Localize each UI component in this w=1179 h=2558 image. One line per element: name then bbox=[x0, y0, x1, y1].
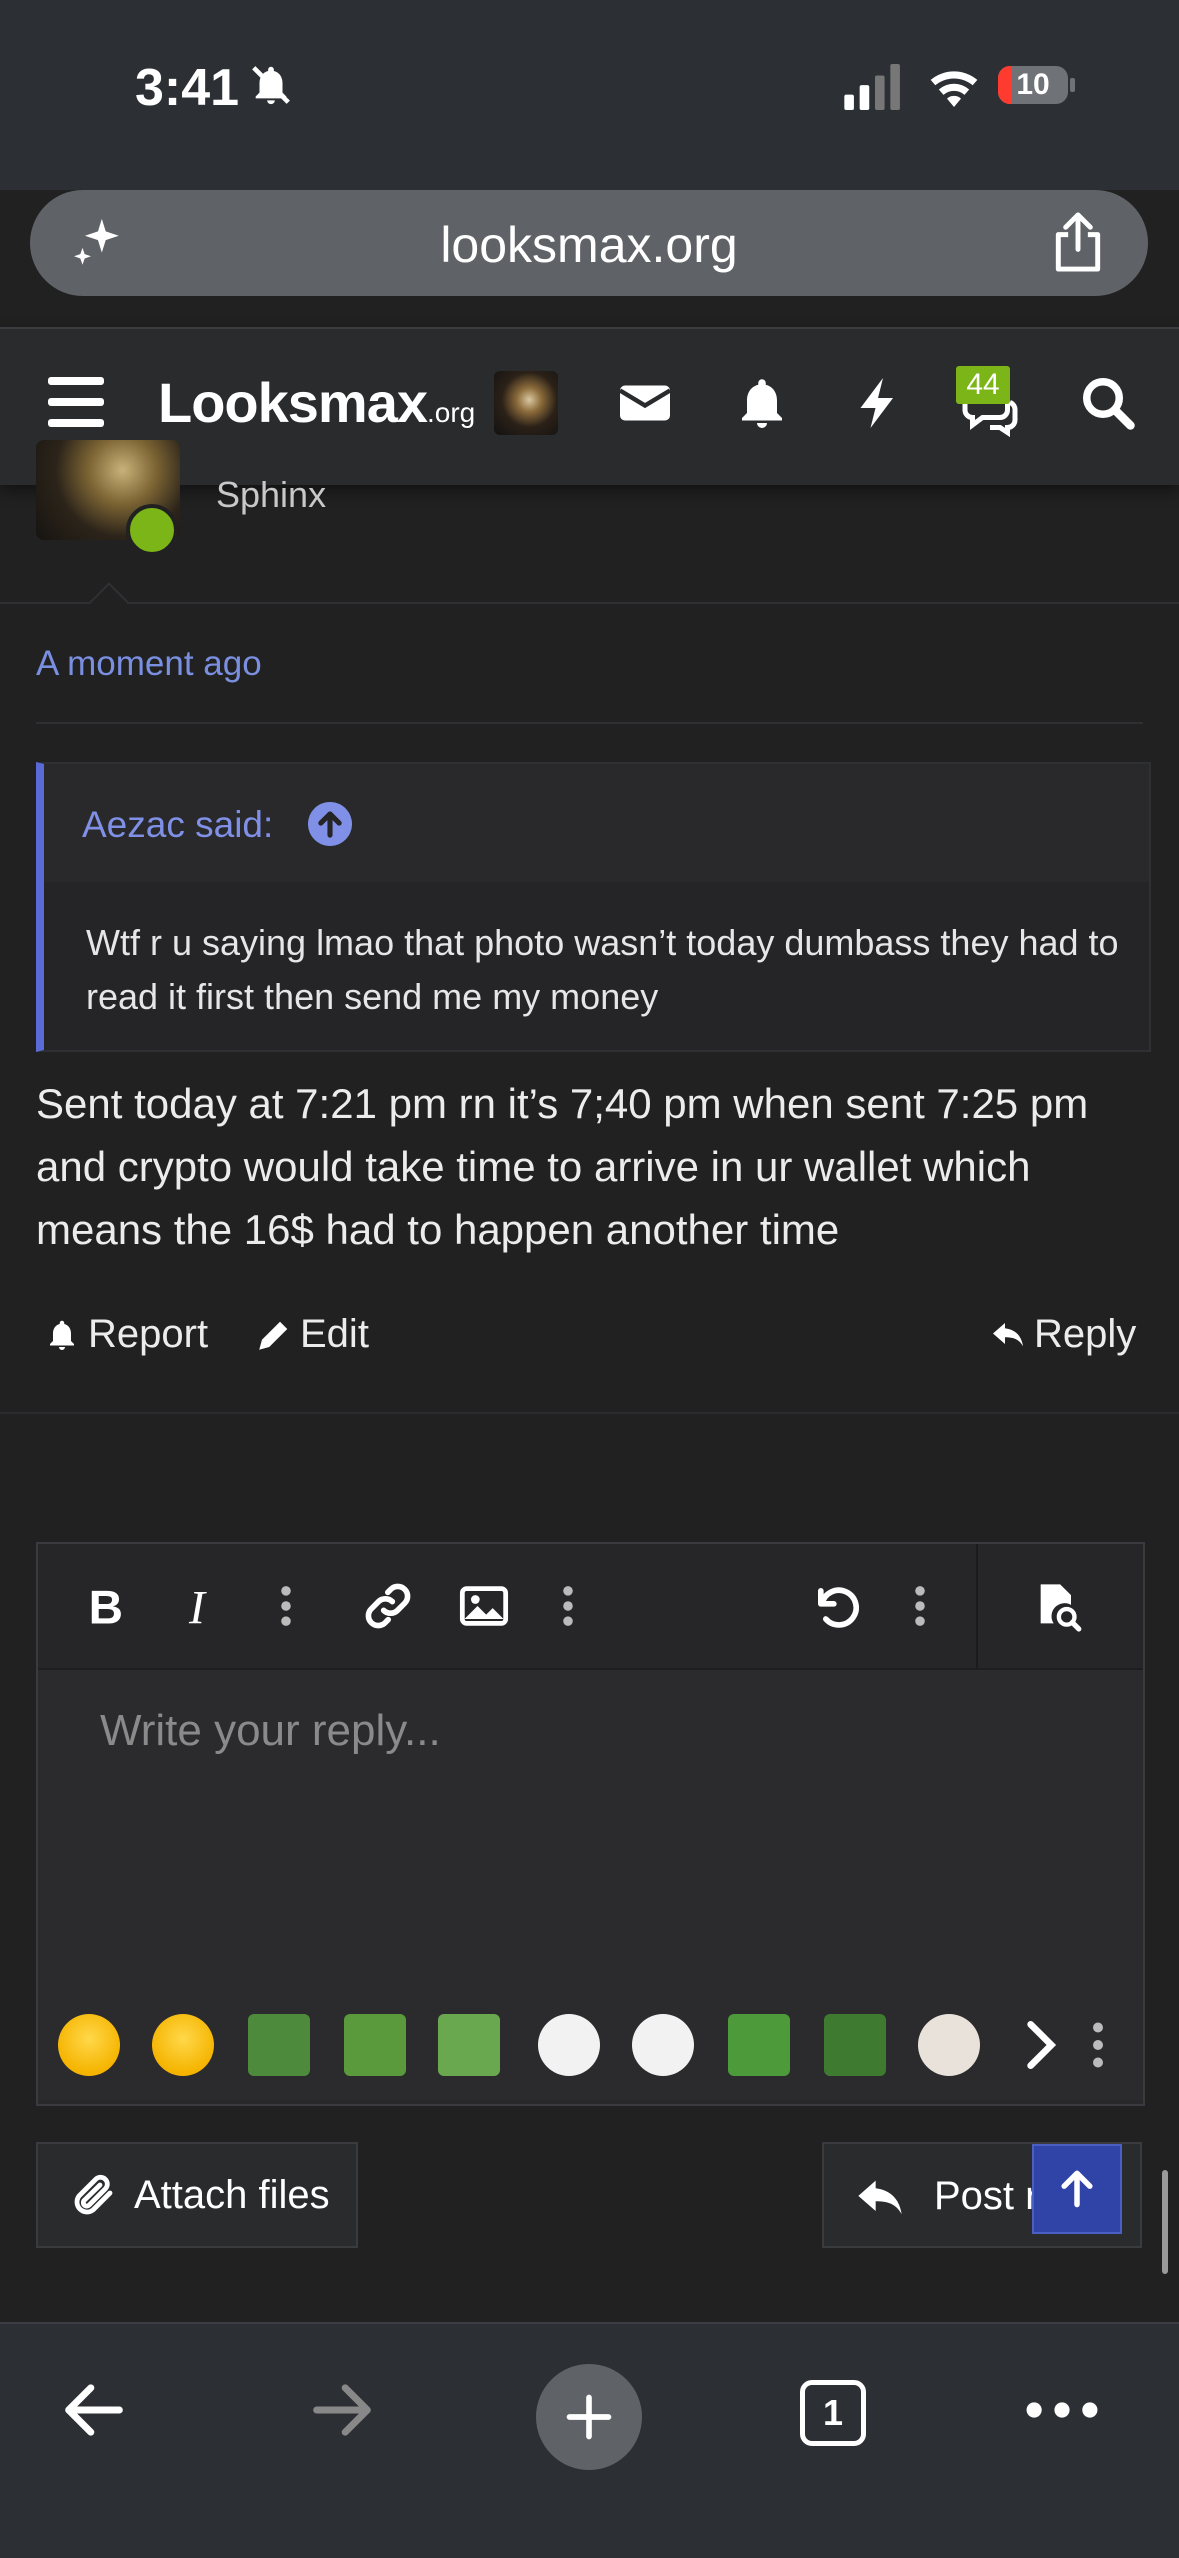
reply-button[interactable]: Reply bbox=[990, 1312, 1136, 1357]
vertical-dots-icon bbox=[563, 1586, 573, 1626]
divider bbox=[0, 582, 1179, 622]
signal-icon bbox=[844, 64, 900, 110]
bell-muted-icon bbox=[252, 66, 290, 105]
edit-button[interactable]: Edit bbox=[256, 1312, 369, 1357]
search-icon[interactable] bbox=[1078, 373, 1138, 433]
attach-files-label: Attach files bbox=[134, 2172, 330, 2217]
pepe-sticker[interactable] bbox=[438, 2014, 500, 2076]
reply-icon bbox=[858, 2180, 902, 2215]
new-tab-button[interactable] bbox=[536, 2364, 642, 2470]
reply-textarea[interactable]: Write your reply... bbox=[38, 1670, 1143, 2100]
quote-author[interactable]: Aezac said: bbox=[82, 804, 273, 846]
editor-toolbar: B I bbox=[38, 1544, 1143, 1670]
wojak-sticker[interactable] bbox=[918, 2014, 980, 2076]
wifi-icon bbox=[930, 71, 978, 107]
more-horizontal-icon[interactable] bbox=[1024, 2386, 1100, 2434]
chevron-right-icon[interactable] bbox=[1010, 2014, 1072, 2076]
back-arrow-icon[interactable] bbox=[56, 2372, 132, 2448]
post-timestamp[interactable]: A moment ago bbox=[36, 644, 262, 684]
more-text-options-button[interactable] bbox=[254, 1574, 318, 1638]
crying-laughing-emoji[interactable] bbox=[58, 2014, 120, 2076]
user-title: Sphinx bbox=[216, 474, 327, 515]
edit-label: Edit bbox=[300, 1312, 369, 1356]
chat-badge: 44 bbox=[956, 366, 1010, 404]
file-search-icon bbox=[1040, 1584, 1082, 1632]
address-bar[interactable]: looksmax.org bbox=[30, 190, 1148, 296]
image-button[interactable] bbox=[452, 1574, 516, 1638]
wojak-sticker[interactable] bbox=[632, 2014, 694, 2076]
toolbar-divider bbox=[976, 1544, 978, 1668]
bell-icon bbox=[50, 1320, 74, 1350]
url-text: looksmax.org bbox=[440, 217, 738, 273]
quote-text: Wtf r u saying lmao that photo wasn’t to… bbox=[86, 922, 1119, 1017]
tab-switcher-button[interactable]: 1 bbox=[800, 2380, 866, 2446]
undo-button[interactable] bbox=[804, 1574, 868, 1638]
post-body: Sent today at 7:21 pm rn it’s 7;40 pm wh… bbox=[36, 1080, 1089, 1253]
vertical-dots-icon[interactable] bbox=[1078, 2014, 1118, 2076]
italic-button[interactable]: I bbox=[170, 1574, 234, 1638]
arrow-up-circle-icon[interactable] bbox=[308, 802, 352, 846]
menu-icon[interactable] bbox=[48, 377, 104, 427]
attach-files-button[interactable]: Attach files bbox=[36, 2142, 358, 2248]
bold-icon: B bbox=[89, 1581, 123, 1632]
site-logo[interactable]: Lo​o​ksmax.org bbox=[158, 370, 475, 435]
smilie-bar bbox=[38, 1992, 1143, 2100]
pencil-icon bbox=[259, 1321, 288, 1350]
tongue-out-emoji[interactable] bbox=[152, 2014, 214, 2076]
reply-placeholder: Write your reply... bbox=[100, 1706, 441, 1755]
pepe-sticker[interactable] bbox=[248, 2014, 310, 2076]
svg-text:B: B bbox=[89, 1581, 123, 1632]
divider bbox=[0, 1412, 1179, 1414]
link-icon bbox=[365, 1583, 411, 1629]
bold-button[interactable]: B bbox=[74, 1574, 138, 1638]
share-icon[interactable] bbox=[1048, 210, 1108, 274]
italic-icon: I bbox=[188, 1582, 207, 1632]
envelope-icon[interactable] bbox=[615, 373, 675, 433]
paperclip-icon bbox=[74, 2174, 113, 2215]
image-icon bbox=[459, 1586, 509, 1626]
online-indicator bbox=[126, 504, 178, 556]
scrollbar[interactable] bbox=[1162, 2170, 1168, 2274]
reply-label: Reply bbox=[1034, 1312, 1137, 1356]
user-avatar[interactable] bbox=[494, 371, 558, 435]
battery-indicator: 10 bbox=[998, 66, 1076, 104]
arrow-up-icon bbox=[1061, 2170, 1093, 2208]
reply-icon bbox=[993, 1322, 1023, 1346]
divider bbox=[36, 722, 1143, 724]
status-time: 3:41 bbox=[135, 59, 240, 117]
report-label: Report bbox=[88, 1312, 209, 1356]
lightning-icon[interactable] bbox=[848, 373, 908, 433]
vertical-dots-icon bbox=[915, 1586, 925, 1626]
quote-block: Aezac said: Wtf r u saying lmao that pho… bbox=[36, 762, 1151, 1052]
plus-icon bbox=[566, 2394, 612, 2440]
scroll-to-top-button[interactable] bbox=[1032, 2144, 1122, 2234]
reply-editor: B I Write your reply... bbox=[36, 1542, 1145, 2106]
undo-icon bbox=[818, 1587, 859, 1628]
preview-button[interactable] bbox=[1026, 1574, 1090, 1638]
forward-arrow-icon[interactable] bbox=[304, 2372, 380, 2448]
report-button[interactable]: Report bbox=[44, 1312, 208, 1357]
more-options-button[interactable] bbox=[888, 1574, 952, 1638]
pepe-sticker[interactable] bbox=[728, 2014, 790, 2076]
pepe-sticker[interactable] bbox=[344, 2014, 406, 2076]
wojak-sticker[interactable] bbox=[538, 2014, 600, 2076]
battery-level: 10 bbox=[1016, 68, 1050, 101]
link-button[interactable] bbox=[356, 1574, 420, 1638]
more-insert-options-button[interactable] bbox=[536, 1574, 600, 1638]
pepe-sticker[interactable] bbox=[824, 2014, 886, 2076]
vertical-dots-icon bbox=[281, 1586, 291, 1626]
browser-toolbar: 1 bbox=[0, 2322, 1179, 2558]
bell-icon[interactable] bbox=[732, 373, 792, 433]
svg-text:I: I bbox=[188, 1582, 207, 1632]
